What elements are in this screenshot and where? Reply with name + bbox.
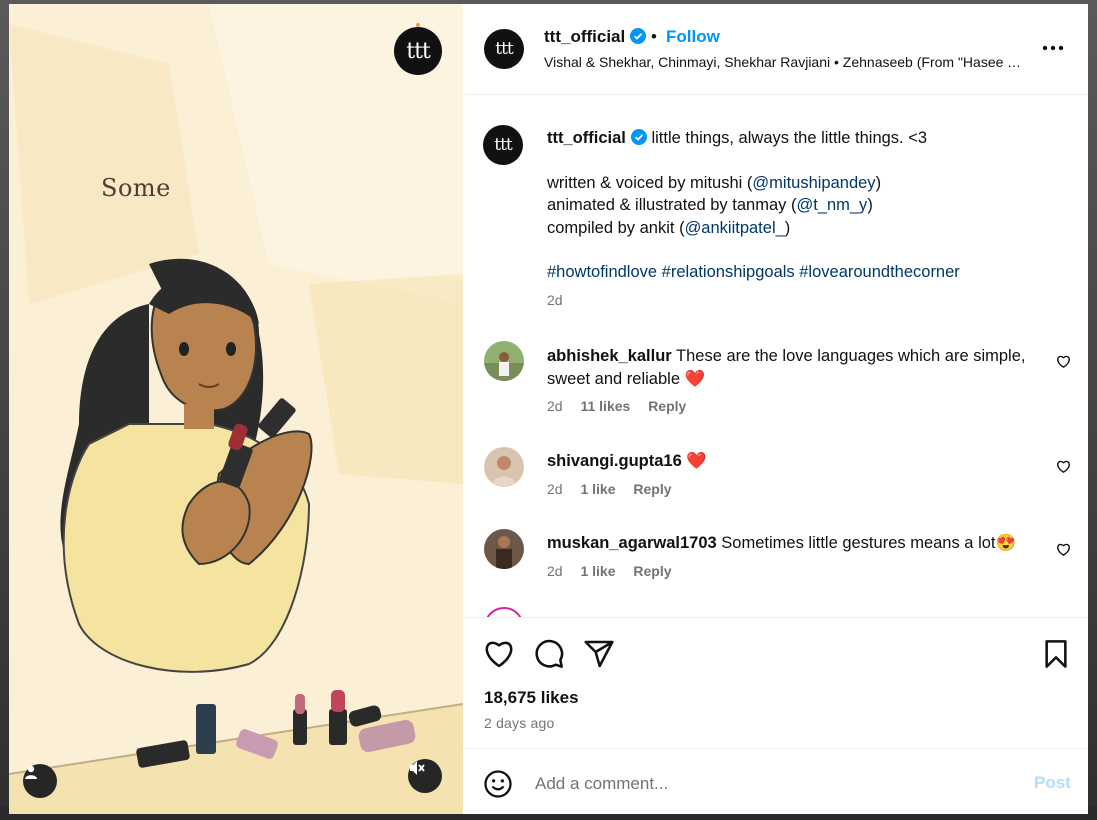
avatar-photo	[484, 447, 524, 487]
user-icon	[25, 765, 37, 779]
brand-watermark: ttt	[394, 23, 442, 75]
avatar-photo	[484, 341, 524, 381]
avatar-photo	[484, 529, 524, 569]
comment-like-icon[interactable]	[1056, 354, 1071, 369]
author-username[interactable]: ttt_official	[544, 27, 625, 46]
comment-item: abhishek_kallur These are the love langu…	[547, 345, 1042, 414]
caption-credit-compiled: compiled by ankit (@ankiitpatel_)	[547, 217, 1047, 240]
comment-username[interactable]: abhishek_kallur	[547, 347, 672, 365]
verified-badge-icon	[630, 28, 647, 44]
commenter-avatar[interactable]	[484, 607, 524, 617]
more-options-icon[interactable]	[1041, 38, 1065, 58]
comment-input[interactable]	[533, 767, 1007, 801]
audio-attribution[interactable]: Vishal & Shekhar, Chinmayi, Shekhar Ravj…	[544, 54, 1024, 70]
caption-text: little things, always the little things.…	[651, 129, 928, 147]
comment-time[interactable]: 2d	[547, 563, 563, 579]
credit-text: )	[784, 218, 791, 237]
author-username-group: ttt_official	[544, 27, 647, 47]
follow-button[interactable]: Follow	[666, 27, 720, 47]
comment-icon[interactable]	[533, 638, 565, 670]
comment-likes[interactable]: 11 likes	[580, 398, 630, 414]
caption-username[interactable]: ttt_official	[547, 129, 626, 147]
speaker-muted-icon	[410, 761, 425, 775]
comment-time[interactable]: 2d	[547, 398, 563, 414]
header-separator: •	[651, 27, 657, 46]
post-media[interactable]: Some ttt	[9, 4, 463, 814]
comment-text: ❤️	[686, 452, 707, 470]
caption-timestamp[interactable]: 2d	[547, 292, 1047, 308]
share-icon[interactable]	[583, 638, 615, 670]
mute-button[interactable]	[408, 759, 442, 793]
commenter-avatar[interactable]	[484, 529, 524, 569]
mention-link[interactable]: @mitushipandey	[752, 174, 875, 192]
comment-likes[interactable]: 1 like	[580, 563, 615, 579]
verified-badge-icon	[630, 129, 647, 145]
comment-username[interactable]: muskan_agarwal1703	[547, 534, 717, 552]
comment-content: shivangi.gupta16 ❤️	[547, 450, 1042, 473]
emoji-icon[interactable]	[483, 769, 513, 799]
comment-content: muskan_agarwal1703 Sometimes little gest…	[547, 532, 1042, 555]
post-timestamp[interactable]: 2 days ago	[484, 715, 555, 731]
comment-reply-button[interactable]: Reply	[633, 563, 671, 579]
post-comment-button[interactable]: Post	[1034, 773, 1071, 793]
comment-username[interactable]: shivangi.gupta16	[547, 452, 682, 470]
comments-section[interactable]: ttt ttt_official little things, always t…	[463, 95, 1088, 617]
like-icon[interactable]	[483, 638, 515, 670]
comment-item: shivangi.gupta16 ❤️ 2d 1 like Reply	[547, 450, 1042, 497]
caption-hashtags[interactable]: #howtofindlove #relationshipgoals #lovea…	[547, 261, 1047, 284]
brand-watermark-text: ttt	[406, 38, 431, 64]
author-avatar[interactable]: ttt	[484, 29, 524, 69]
post-header: ttt ttt_official • Follow Vishal & Shekh…	[463, 4, 1088, 95]
comment-like-icon[interactable]	[1056, 459, 1071, 474]
comment-like-icon[interactable]	[1056, 542, 1071, 557]
caption-credit-voice: written & voiced by mitushi (@mitushipan…	[547, 172, 1047, 195]
comment-time[interactable]: 2d	[547, 481, 563, 497]
post-actions: 18,675 likes 2 days ago	[463, 617, 1088, 751]
comment-content: abhishek_kallur These are the love langu…	[547, 345, 1042, 390]
add-comment-bar: Post	[463, 748, 1088, 815]
comment-likes[interactable]: 1 like	[580, 481, 615, 497]
likes-count[interactable]: 18,675 likes	[484, 688, 579, 708]
credit-text: )	[875, 173, 882, 192]
comment-item: muskan_agarwal1703 Sometimes little gest…	[547, 532, 1042, 579]
comment-text: Sometimes little gestures means a lot😍	[721, 534, 1017, 552]
media-illustration	[9, 4, 463, 814]
caption-credit-illustration: animated & illustrated by tanmay (@t_nm_…	[547, 194, 1047, 217]
post-caption: ttt_official little things, always the l…	[547, 127, 1047, 308]
comment-reply-button[interactable]: Reply	[633, 481, 671, 497]
credit-text: written & voiced by mitushi (	[547, 173, 753, 192]
commenter-avatar[interactable]	[484, 447, 524, 487]
credit-text: animated & illustrated by tanmay (	[547, 196, 797, 214]
comment-meta: 2d 1 like Reply	[547, 563, 1042, 579]
mention-link[interactable]: @ankiitpatel_	[685, 219, 785, 237]
credit-text: )	[867, 196, 873, 214]
media-caption-text: Some	[101, 174, 171, 202]
mention-link[interactable]: @t_nm_y	[796, 196, 867, 214]
caption-author-avatar[interactable]: ttt	[483, 125, 523, 165]
tagged-user-button[interactable]	[23, 764, 57, 798]
brand-dot	[416, 23, 420, 27]
credit-text: compiled by ankit (	[547, 218, 685, 237]
save-icon[interactable]	[1040, 638, 1072, 670]
post-details-panel: ttt ttt_official • Follow Vishal & Shekh…	[463, 4, 1088, 814]
comment-meta: 2d 1 like Reply	[547, 481, 1042, 497]
caption-line: ttt_official little things, always the l…	[547, 127, 1047, 150]
comment-meta: 2d 11 likes Reply	[547, 398, 1042, 414]
commenter-avatar[interactable]	[484, 341, 524, 381]
comment-reply-button[interactable]: Reply	[648, 398, 686, 414]
